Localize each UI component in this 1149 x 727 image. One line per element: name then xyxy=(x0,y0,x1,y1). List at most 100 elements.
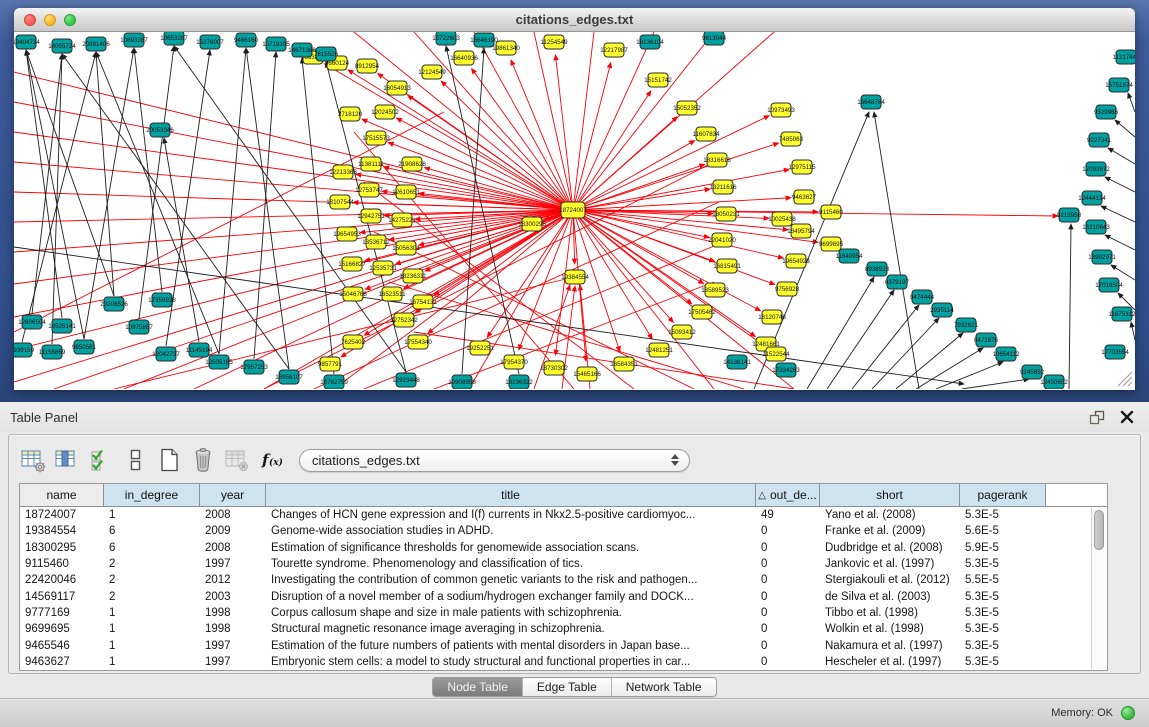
graph-node[interactable]: 12093872 xyxy=(1082,162,1110,176)
graph-node[interactable]: 9857791 xyxy=(318,357,343,371)
graph-node[interactable]: 16648784 xyxy=(857,95,885,109)
table-row[interactable]: 1456911722003Disruption of a novel membe… xyxy=(20,588,1107,604)
graph-node[interactable]: 18050231 xyxy=(712,207,740,221)
graph-node[interactable]: 7815526 xyxy=(314,47,339,61)
graph-node[interactable]: 9474444 xyxy=(910,290,935,304)
graph-node[interactable]: 21908628 xyxy=(398,157,426,171)
graph-node[interactable]: 18730302 xyxy=(540,361,568,375)
graph-node[interactable]: 8939159 xyxy=(14,343,35,357)
graph-node[interactable]: 11156869 xyxy=(39,345,66,359)
graph-node[interactable]: 17334263 xyxy=(772,363,800,377)
graph-node[interactable]: 9813044 xyxy=(702,32,727,45)
graph-node[interactable]: 7625402 xyxy=(341,335,366,349)
graph-node[interactable]: 12213363 xyxy=(329,165,357,179)
graph-node[interactable]: 16958107 xyxy=(275,370,303,384)
network-window-titlebar[interactable]: citations_edges.txt xyxy=(14,8,1135,32)
graph-node[interactable]: 18107544 xyxy=(326,195,354,209)
graph-node[interactable]: 19654923 xyxy=(782,254,810,268)
graph-node[interactable]: 18525141 xyxy=(48,319,76,333)
close-window-button[interactable] xyxy=(24,14,36,26)
graph-node[interactable]: 10973493 xyxy=(767,103,795,117)
graph-node[interactable]: 10908958 xyxy=(448,375,476,389)
column-header-title[interactable]: title xyxy=(266,484,756,506)
graph-node[interactable]: 15166827 xyxy=(338,257,366,271)
graph-node[interactable]: 12124549 xyxy=(418,65,446,79)
graph-node[interactable]: 12923448 xyxy=(392,373,420,387)
graph-node[interactable]: 11381111 xyxy=(358,157,384,171)
graph-node[interactable]: 12444134 xyxy=(1078,191,1106,205)
graph-node[interactable]: 7932621 xyxy=(954,318,979,332)
graph-node[interactable]: 17515573 xyxy=(362,131,390,145)
graph-node[interactable]: 12606504 xyxy=(18,315,46,329)
graph-node[interactable]: 17954370 xyxy=(500,355,528,369)
graph-node[interactable]: 14275221 xyxy=(388,213,416,227)
graph-node[interactable]: 20206526 xyxy=(100,297,128,311)
graph-node[interactable]: 2718120 xyxy=(338,107,363,121)
graph-node[interactable]: 16646190 xyxy=(470,33,498,47)
graph-node[interactable]: 9329966 xyxy=(1094,105,1119,119)
graph-node[interactable]: 17359928 xyxy=(148,293,176,307)
column-header-in_degree[interactable]: in_degree xyxy=(104,484,200,506)
graph-node[interactable]: 9463627 xyxy=(792,190,817,204)
graph-node[interactable]: 16210643 xyxy=(1082,220,1110,234)
graph-node[interactable]: 12450652 xyxy=(1040,375,1068,389)
graph-node[interactable]: 12535731 xyxy=(369,261,397,275)
graph-node[interactable]: 16584351 xyxy=(610,357,638,371)
graph-node[interactable]: 18236322 xyxy=(505,375,533,389)
graph-node[interactable]: 9115460 xyxy=(819,205,843,219)
graph-node[interactable]: 10975887 xyxy=(125,320,153,334)
table-scrollbar-thumb[interactable] xyxy=(1094,510,1104,550)
graph-node[interactable]: 11607834 xyxy=(692,127,720,141)
create-column-icon[interactable] xyxy=(155,446,183,474)
graph-node[interactable]: 14055724 xyxy=(48,39,76,53)
table-row[interactable]: 911546021997Tourette syndrome. Phenomeno… xyxy=(20,556,1107,572)
graph-node[interactable]: 19654953 xyxy=(333,227,361,241)
graph-node[interactable]: 19252251 xyxy=(466,341,494,355)
minimize-window-button[interactable] xyxy=(44,14,56,26)
column-header-year[interactable]: year xyxy=(200,484,266,506)
table-row[interactable]: 1872400712008Changes of HCN gene express… xyxy=(20,507,1107,523)
graph-node[interactable]: 2935114 xyxy=(930,303,954,317)
column-checklist-icon[interactable] xyxy=(87,446,115,474)
graph-node[interactable]: 18300295 xyxy=(518,217,546,231)
float-panel-icon[interactable] xyxy=(1089,409,1105,425)
graph-node[interactable]: 16120746 xyxy=(758,310,786,324)
graph-node[interactable]: 17957253 xyxy=(240,360,268,374)
table-row[interactable]: 1938455462009Genome-wide association stu… xyxy=(20,523,1107,539)
graph-node[interactable]: 18236311 xyxy=(399,269,427,283)
graph-node[interactable]: 12024502 xyxy=(371,105,399,119)
graph-node[interactable]: 15276007 xyxy=(196,35,224,49)
graph-node[interactable]: 11675312 xyxy=(1108,307,1135,321)
graph-node[interactable]: 17505462 xyxy=(688,305,716,319)
graph-node[interactable]: 19404734 xyxy=(14,35,40,49)
graph-node[interactable]: 15056301 xyxy=(392,241,420,255)
graph-node[interactable]: 15751874 xyxy=(1105,78,1133,92)
graph-node[interactable]: 9850561 xyxy=(72,340,97,354)
table-settings-icon[interactable] xyxy=(19,446,47,474)
graph-node[interactable]: 22041020 xyxy=(708,233,736,247)
tab-node-table[interactable]: Node Table xyxy=(433,678,522,696)
graph-node[interactable]: 12042737 xyxy=(152,347,180,361)
graph-node[interactable]: 16054913 xyxy=(383,81,411,95)
graph-node[interactable]: 11254549 xyxy=(540,35,568,49)
graph-node[interactable]: 12481251 xyxy=(645,343,673,357)
graph-node[interactable]: 16754131 xyxy=(409,295,437,309)
graph-node[interactable]: 18589523 xyxy=(701,283,729,297)
graph-node[interactable]: 14671388 xyxy=(288,43,316,57)
graph-node[interactable]: 12752342 xyxy=(390,313,418,327)
graph-node[interactable]: 10653287 xyxy=(160,32,188,45)
delete-column-icon[interactable] xyxy=(189,446,217,474)
close-panel-icon[interactable] xyxy=(1119,409,1135,425)
table-row[interactable]: 2242004622012Investigating the contribut… xyxy=(20,572,1107,588)
graph-node[interactable]: 11522544 xyxy=(762,347,790,361)
network-canvas[interactable]: 7663822 9660124 8912954 2718120 12213363… xyxy=(14,32,1135,389)
graph-node[interactable]: 19384554 xyxy=(561,270,589,284)
graph-node[interactable]: 12975115 xyxy=(788,160,816,174)
memory-status-indicator[interactable] xyxy=(1121,706,1135,720)
graph-node[interactable]: 12753747 xyxy=(355,183,383,197)
function-builder-icon[interactable]: f (x) xyxy=(257,446,285,474)
graph-node[interactable]: 9756928 xyxy=(775,282,800,296)
graph-node[interactable]: 17016504 xyxy=(1095,278,1123,292)
graph-node[interactable]: 9245652 xyxy=(1020,365,1045,379)
graph-node[interactable]: 10893287 xyxy=(120,33,148,47)
